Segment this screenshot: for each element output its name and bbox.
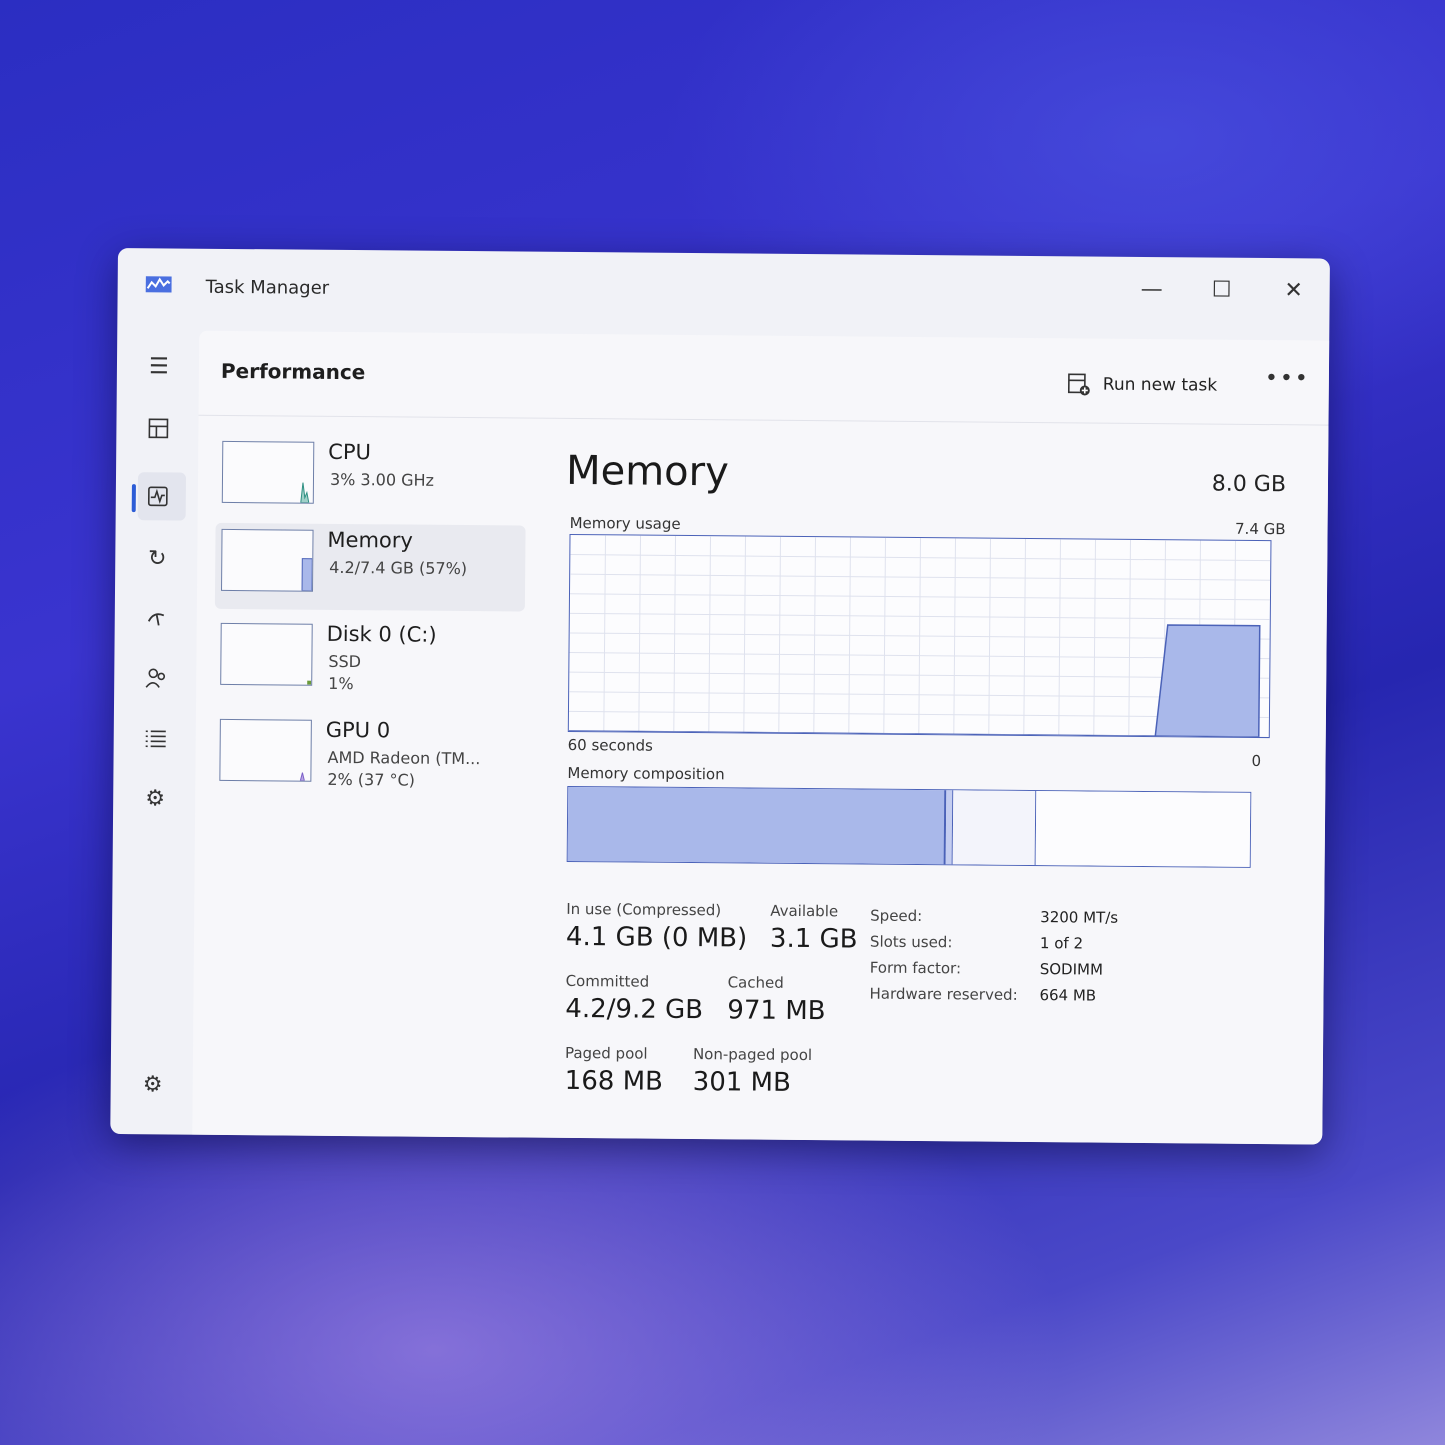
device-name: Memory bbox=[327, 527, 413, 553]
cached-value: 971 MB bbox=[727, 995, 826, 1027]
non-paged-pool-value: 301 MB bbox=[692, 1067, 792, 1098]
available-label: Available bbox=[770, 901, 839, 921]
device-name: Disk 0 (C:) bbox=[326, 621, 437, 647]
speed-label: Speed: bbox=[870, 906, 923, 926]
startup-apps-icon[interactable] bbox=[137, 598, 177, 638]
maximize-button[interactable]: ☐ bbox=[1202, 275, 1242, 305]
memory-usage-graph bbox=[567, 533, 1272, 739]
hardware-reserved-label: Hardware reserved: bbox=[869, 984, 1018, 1004]
memory-usage-max: 7.4 GB bbox=[1234, 519, 1286, 539]
device-sub1: 4.2/7.4 GB (57%) bbox=[329, 557, 468, 579]
settings-icon[interactable]: ⚙ bbox=[133, 1064, 173, 1104]
device-sub1: AMD Radeon (TM... bbox=[327, 747, 481, 769]
slots-used-label: Slots used: bbox=[869, 932, 953, 952]
run-new-task-label: Run new task bbox=[1102, 374, 1218, 396]
header-divider bbox=[198, 414, 1329, 426]
device-name: GPU 0 bbox=[325, 717, 391, 743]
page-title: Performance bbox=[220, 358, 366, 385]
form-factor-label: Form factor: bbox=[869, 958, 962, 978]
run-new-task-button[interactable]: Run new task bbox=[1067, 372, 1218, 397]
graph-zero-label: 0 bbox=[1251, 751, 1262, 770]
run-task-icon bbox=[1067, 373, 1090, 396]
memory-thumbnail bbox=[221, 528, 314, 592]
speed-value: 3200 MT/s bbox=[1040, 908, 1119, 927]
paged-pool-label: Paged pool bbox=[564, 1043, 648, 1063]
app-history-icon[interactable]: ↻ bbox=[137, 538, 177, 578]
available-value: 3.1 GB bbox=[769, 923, 858, 955]
composition-free bbox=[1035, 791, 1251, 867]
in-use-label: In use (Compressed) bbox=[566, 899, 722, 920]
details-icon[interactable] bbox=[136, 718, 176, 758]
device-name: CPU bbox=[328, 439, 372, 465]
cpu-thumbnail bbox=[221, 440, 315, 504]
nav-selection-indicator bbox=[131, 484, 136, 513]
non-paged-pool-label: Non-paged pool bbox=[692, 1045, 813, 1065]
slots-used-value: 1 of 2 bbox=[1039, 934, 1084, 953]
device-item-disk[interactable]: Disk 0 (C:) SSD 1% bbox=[214, 617, 525, 706]
users-icon[interactable] bbox=[136, 658, 176, 698]
composition-in-use bbox=[567, 786, 946, 865]
memory-usage-label: Memory usage bbox=[569, 513, 681, 533]
close-button[interactable]: ✕ bbox=[1274, 276, 1314, 306]
services-icon[interactable]: ⚙ bbox=[135, 778, 175, 818]
in-use-value: 4.1 GB (0 MB) bbox=[565, 921, 748, 954]
paged-pool-value: 168 MB bbox=[564, 1065, 664, 1097]
task-manager-window: Task Manager — ☐ ✕ ☰ ↻ ⚙ ⚙ Performance R… bbox=[110, 248, 1330, 1145]
title-bar: Task Manager — ☐ ✕ bbox=[117, 248, 1330, 341]
device-sub1: SSD bbox=[328, 651, 362, 672]
cached-label: Cached bbox=[727, 973, 784, 992]
form-factor-value: SODIMM bbox=[1039, 960, 1104, 979]
memory-usage-area bbox=[568, 624, 1261, 738]
device-item-gpu[interactable]: GPU 0 AMD Radeon (TM... 2% (37 °C) bbox=[213, 713, 524, 802]
device-sub2: 2% (37 °C) bbox=[327, 769, 416, 790]
memory-detail-panel: Memory 8.0 GB Memory usage 7.4 GB 60 sec… bbox=[560, 430, 1286, 1126]
device-item-memory[interactable]: Memory 4.2/7.4 GB (57%) bbox=[214, 522, 526, 612]
performance-icon[interactable] bbox=[138, 476, 178, 516]
hardware-reserved-value: 664 MB bbox=[1039, 986, 1097, 1005]
gpu-thumbnail bbox=[219, 718, 312, 782]
performance-page: Performance Run new task ••• CPU 3% 3.00… bbox=[192, 330, 1330, 1145]
composition-standby bbox=[953, 790, 1037, 866]
memory-usage-chart bbox=[568, 535, 1271, 738]
memory-composition-label: Memory composition bbox=[567, 763, 725, 784]
minimize-button[interactable]: — bbox=[1132, 275, 1172, 305]
committed-label: Committed bbox=[565, 971, 650, 991]
device-sub1: 3% 3.00 GHz bbox=[329, 469, 435, 490]
memory-composition-bar bbox=[566, 785, 1252, 868]
memory-total: 8.0 GB bbox=[1211, 471, 1287, 498]
window-title: Task Manager bbox=[205, 276, 330, 299]
processes-icon[interactable] bbox=[138, 408, 178, 448]
device-item-cpu[interactable]: CPU 3% 3.00 GHz bbox=[216, 435, 527, 524]
more-icon[interactable]: ••• bbox=[1265, 366, 1310, 391]
memory-title: Memory bbox=[565, 447, 729, 496]
device-sub2: 1% bbox=[328, 673, 354, 694]
hamburger-icon[interactable]: ☰ bbox=[139, 346, 179, 386]
task-manager-icon bbox=[145, 276, 172, 293]
navigation-rail: ☰ ↻ ⚙ ⚙ bbox=[110, 330, 199, 1135]
disk-thumbnail bbox=[220, 622, 313, 686]
graph-time-label: 60 seconds bbox=[567, 735, 653, 755]
committed-value: 4.2/9.2 GB bbox=[565, 993, 704, 1026]
